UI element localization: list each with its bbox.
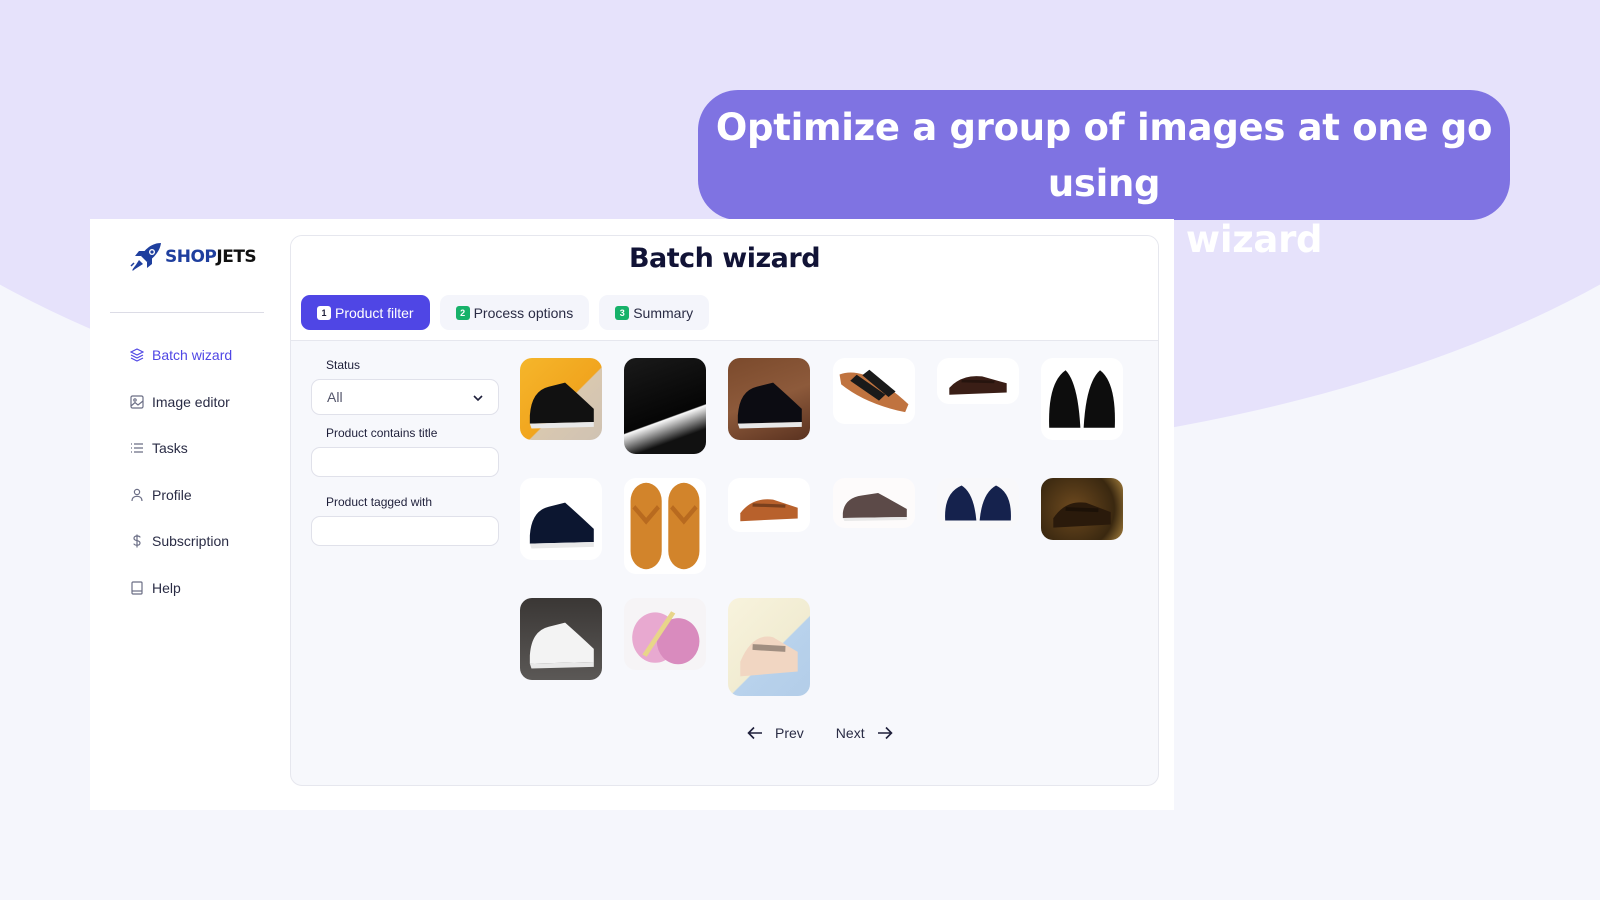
product-photo bbox=[740, 636, 798, 677]
product-thumbnail[interactable] bbox=[1041, 358, 1123, 440]
product-filters: Status All Product contains title Produc… bbox=[311, 358, 499, 564]
chevron-down-icon bbox=[472, 389, 484, 405]
product-photo bbox=[529, 382, 594, 429]
product-thumbnail[interactable] bbox=[937, 358, 1019, 404]
product-thumbnail[interactable] bbox=[833, 478, 915, 528]
tag-filter-label: Product tagged with bbox=[326, 495, 433, 509]
sidebar-item-image-editor[interactable]: Image editor bbox=[130, 379, 232, 426]
page-title: Batch wizard bbox=[628, 243, 821, 274]
next-button[interactable]: Next bbox=[836, 725, 893, 741]
step-number-badge: 2 bbox=[455, 305, 470, 320]
product-thumbnail[interactable] bbox=[520, 478, 602, 560]
product-photo bbox=[529, 502, 594, 549]
status-select[interactable]: All bbox=[311, 379, 499, 415]
app-window: SHOPJETS Batch wizard Image editor Tasks bbox=[90, 219, 1174, 810]
hero-line-1: Optimize a group of images at one go usi… bbox=[715, 106, 1493, 205]
sidebar-nav: Batch wizard Image editor Tasks Profile … bbox=[130, 332, 232, 611]
batch-wizard-card: Batch wizard 1 Product filter 2 Process … bbox=[290, 235, 1159, 786]
prev-label: Prev bbox=[775, 725, 804, 741]
tab-process-options[interactable]: 2 Process options bbox=[439, 295, 590, 330]
hero-banner: Optimize a group of images at one go usi… bbox=[698, 90, 1510, 261]
title-filter-group bbox=[311, 447, 499, 477]
arrow-right-icon bbox=[877, 726, 893, 740]
product-photo bbox=[737, 382, 802, 429]
product-thumbnail[interactable] bbox=[728, 358, 810, 440]
sidebar-item-label: Batch wizard bbox=[152, 347, 233, 364]
title-filter-label: Product contains title bbox=[326, 426, 438, 440]
sidebar-item-batch-wizard[interactable]: Batch wizard bbox=[130, 332, 232, 379]
step-label: Process options bbox=[473, 304, 574, 321]
sidebar-item-label: Subscription bbox=[152, 533, 230, 550]
arrow-left-icon bbox=[747, 726, 762, 740]
status-value: All bbox=[327, 389, 343, 405]
step-label: Product filter bbox=[335, 304, 414, 321]
product-thumbnail[interactable] bbox=[728, 478, 810, 532]
product-thumbnail[interactable] bbox=[728, 598, 810, 696]
product-photo bbox=[529, 622, 594, 669]
tag-filter-group bbox=[311, 516, 499, 546]
sidebar-item-label: Help bbox=[152, 579, 181, 596]
tab-summary[interactable]: 3 Summary bbox=[599, 295, 710, 330]
sidebar-divider bbox=[110, 312, 264, 313]
sidebar-item-subscription[interactable]: Subscription bbox=[130, 518, 232, 565]
sidebar-item-label: Profile bbox=[152, 486, 192, 503]
product-thumbnail[interactable] bbox=[624, 358, 706, 454]
user-icon bbox=[130, 488, 144, 502]
sidebar-item-label: Image editor bbox=[152, 393, 230, 410]
dollar-icon bbox=[130, 534, 144, 548]
product-photo bbox=[1053, 502, 1111, 528]
product-thumbnail[interactable] bbox=[624, 598, 706, 670]
step-number-badge: 3 bbox=[615, 305, 630, 320]
sidebar-item-tasks[interactable]: Tasks bbox=[130, 425, 232, 472]
rocket-icon bbox=[130, 241, 164, 273]
sidebar-item-profile[interactable]: Profile bbox=[130, 472, 232, 519]
product-thumbnail[interactable] bbox=[833, 358, 915, 424]
product-photo bbox=[949, 376, 1007, 395]
tag-filter-input[interactable] bbox=[312, 517, 498, 545]
product-thumbnail[interactable] bbox=[937, 478, 1019, 528]
product-thumbnail[interactable] bbox=[520, 358, 602, 440]
title-filter-input[interactable] bbox=[312, 448, 498, 476]
step-label: Summary bbox=[633, 304, 694, 321]
tab-product-filter[interactable]: 1 Product filter bbox=[301, 295, 430, 330]
step-number-badge: 1 bbox=[317, 305, 331, 320]
product-photo bbox=[839, 369, 909, 413]
sidebar-item-help[interactable]: Help bbox=[130, 565, 232, 612]
product-thumbnail[interactable] bbox=[520, 598, 602, 680]
next-label: Next bbox=[835, 725, 865, 741]
book-icon bbox=[130, 581, 144, 595]
product-photo bbox=[945, 485, 1011, 521]
product-photo bbox=[632, 611, 700, 665]
brand-logo[interactable]: SHOPJETS bbox=[130, 241, 257, 273]
product-photo bbox=[740, 499, 798, 522]
prev-button[interactable]: Prev bbox=[747, 725, 804, 741]
product-photo bbox=[630, 482, 700, 570]
sidebar-item-label: Tasks bbox=[152, 440, 188, 457]
layers-icon bbox=[130, 348, 144, 362]
brand-name: SHOPJETS bbox=[165, 247, 257, 267]
wizard-steps: 1 Product filter 2 Process options 3 Sum… bbox=[301, 295, 710, 330]
product-photo bbox=[842, 493, 907, 521]
product-thumbnail[interactable] bbox=[624, 478, 706, 574]
list-icon bbox=[130, 441, 144, 455]
product-photo bbox=[1049, 370, 1115, 428]
pagination: Prev Next bbox=[747, 725, 893, 741]
product-thumbnail[interactable] bbox=[1041, 478, 1123, 540]
image-icon bbox=[130, 395, 144, 409]
status-label: Status bbox=[326, 358, 361, 372]
wizard-header: Batch wizard 1 Product filter 2 Process … bbox=[291, 236, 1158, 341]
